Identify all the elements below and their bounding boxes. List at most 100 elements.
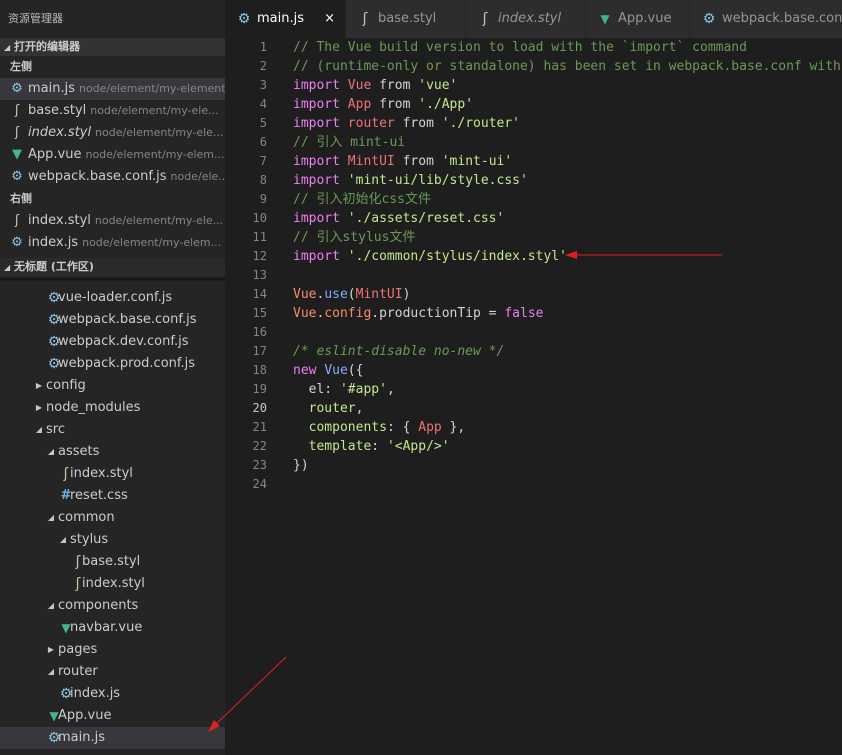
- line-number: 24: [252, 477, 267, 491]
- tree-file[interactable]: ⚙ webpack.prod.conf.js: [0, 353, 225, 375]
- tree-file[interactable]: ʃ base.styl: [0, 551, 225, 573]
- tree-file[interactable]: ʃ index.styl: [0, 573, 225, 595]
- code-token: ,: [386, 382, 395, 397]
- code-line[interactable]: // 引入stylus文件: [293, 228, 415, 247]
- code-line[interactable]: import router from './router': [293, 114, 520, 133]
- code-line[interactable]: el: '#app',: [293, 380, 395, 399]
- code-token: .productionTip =: [371, 306, 505, 321]
- code-line[interactable]: import Vue from 'vue': [293, 76, 457, 95]
- code-line[interactable]: // (runtime-only or standalone) has been…: [293, 57, 842, 76]
- code-token: '<App/>': [386, 439, 450, 454]
- code-editor[interactable]: 1 // The Vue build version to load with t…: [225, 38, 842, 755]
- open-editor-path: node/element/my-element...: [79, 82, 225, 95]
- tree-item-label: stylus: [70, 532, 109, 547]
- tab-base-styl[interactable]: ʃ base.styl: [346, 0, 466, 38]
- tree-file[interactable]: ʃ index.styl: [0, 463, 225, 485]
- open-editor-item[interactable]: ⚙ index.js node/element/my-elem...: [0, 232, 225, 254]
- open-editor-item[interactable]: ʃ index.styl node/element/my-ele...: [0, 210, 225, 232]
- code-line[interactable]: import './assets/reset.css': [293, 209, 504, 228]
- line-number: 14: [252, 287, 267, 301]
- tree-item-label: common: [58, 510, 115, 525]
- code-line[interactable]: }): [293, 456, 309, 475]
- code-token: new: [293, 363, 325, 378]
- line-number: 6: [259, 135, 267, 149]
- code-token: './router': [441, 116, 521, 131]
- tree-folder[interactable]: ▶ config: [0, 375, 225, 397]
- code-token: from: [371, 97, 419, 112]
- line-number: 15: [252, 306, 267, 320]
- tree-folder[interactable]: ◢ common: [0, 507, 225, 529]
- chevron-right-icon: ▶: [35, 403, 43, 412]
- code-line[interactable]: components: { App },: [293, 418, 466, 437]
- code-line[interactable]: new Vue({: [293, 361, 363, 380]
- code-line[interactable]: router,: [293, 399, 364, 418]
- code-token: './App': [418, 97, 474, 112]
- code-line[interactable]: import App from './App': [293, 95, 473, 114]
- line-number: 20: [252, 401, 267, 415]
- tree-item-label: assets: [58, 444, 100, 459]
- tab-index-styl[interactable]: ʃ index.styl: [466, 0, 586, 38]
- code-line[interactable]: // The Vue build version to load with th…: [293, 38, 747, 57]
- tree-folder[interactable]: ◢ components: [0, 595, 225, 617]
- code-line[interactable]: /* eslint-disable no-new */: [293, 342, 504, 361]
- open-editor-path: node/element/my-ele...: [94, 214, 224, 227]
- tree-folder[interactable]: ◢ assets: [0, 441, 225, 463]
- code-token: import: [293, 116, 348, 131]
- line-number: 18: [252, 363, 267, 377]
- tab-app-vue[interactable]: ▼ App.vue: [586, 0, 690, 38]
- tab-bar: ⚙ main.js × ʃ base.styl ʃ index.styl ▼ App.vue ⚙ w…: [225, 0, 842, 38]
- code-token: MintUI: [347, 154, 395, 169]
- tree-folder[interactable]: ◢ stylus: [0, 529, 225, 551]
- tree-item-label: webpack.dev.conf.js: [58, 334, 189, 349]
- explorer-title: 资源管理器: [8, 12, 63, 25]
- code-line[interactable]: // 引入初始化css文件: [293, 190, 431, 209]
- tree-folder[interactable]: ◢ src: [0, 419, 225, 441]
- code-line[interactable]: template: '<App/>': [293, 437, 450, 456]
- code-line[interactable]: import 'mint-ui/lib/style.css': [293, 171, 528, 190]
- code-token: './assets/reset.css': [347, 211, 505, 226]
- stylus-icon: ʃ: [14, 125, 20, 140]
- tree-folder[interactable]: ◢ router: [0, 661, 225, 683]
- code-token: import: [293, 249, 348, 264]
- code-line[interactable]: Vue.use(MintUI): [293, 285, 410, 304]
- close-icon[interactable]: ×: [324, 0, 335, 38]
- tab-webpack-base-conf-js[interactable]: ⚙ webpack.base.conf.js: [690, 0, 842, 38]
- tree-file[interactable]: ▼ App.vue: [0, 705, 225, 727]
- open-editor-item[interactable]: ▼ App.vue node/element/my-elem...: [0, 144, 225, 166]
- tab-main-js[interactable]: ⚙ main.js ×: [225, 0, 346, 38]
- open-editor-item[interactable]: ʃ index.styl node/element/my-ele...: [0, 122, 225, 144]
- open-editors-header[interactable]: ◢ 打开的编辑器: [0, 38, 225, 56]
- tree-file[interactable]: ▼ navbar.vue: [0, 617, 225, 639]
- line-number: 9: [259, 192, 267, 206]
- code-token: template: [308, 439, 372, 454]
- scroll-shadow: [0, 278, 225, 282]
- tree-folder[interactable]: ▶ node_modules: [0, 397, 225, 419]
- open-editor-item[interactable]: ⚙ webpack.base.conf.js node/ele...: [0, 166, 225, 188]
- chevron-right-icon: ▶: [47, 645, 55, 654]
- code-token: import: [293, 97, 348, 112]
- line-number: 7: [259, 154, 267, 168]
- line-number: 16: [252, 325, 267, 339]
- workspace-header[interactable]: ◢ 无标题 (工作区): [0, 258, 225, 276]
- open-editor-path: node/element/my-elem...: [82, 236, 222, 249]
- tree-folder[interactable]: ▶ pages: [0, 639, 225, 661]
- open-editor-item[interactable]: ⚙ main.js node/element/my-element...: [0, 78, 225, 100]
- tree-file[interactable]: ⚙ index.js: [0, 683, 225, 705]
- code-token: Vue: [293, 287, 317, 302]
- tree-file[interactable]: ⚙ webpack.dev.conf.js: [0, 331, 225, 353]
- code-line[interactable]: Vue.config.productionTip = false: [293, 304, 543, 323]
- code-token: // The Vue build version to load with th…: [293, 40, 747, 55]
- tree-file[interactable]: ⚙ webpack.base.conf.js: [0, 309, 225, 331]
- code-line[interactable]: import './common/stylus/index.styl': [293, 247, 567, 266]
- tree-item-label: main.js: [58, 730, 105, 745]
- gear-icon: ⚙: [11, 235, 23, 250]
- tree-file[interactable]: ⚙ main.js: [0, 727, 225, 749]
- tree-file[interactable]: ⚙ vue-loader.conf.js: [0, 287, 225, 309]
- code-line[interactable]: // 引入 mint-ui: [293, 133, 405, 152]
- tree-file[interactable]: # reset.css: [0, 485, 225, 507]
- open-editor-name: main.js: [28, 81, 75, 96]
- open-editor-item[interactable]: ʃ base.styl node/element/my-ele...: [0, 100, 225, 122]
- code-line[interactable]: import MintUI from 'mint-ui': [293, 152, 512, 171]
- code-token: 'mint-ui/lib/style.css': [347, 173, 528, 188]
